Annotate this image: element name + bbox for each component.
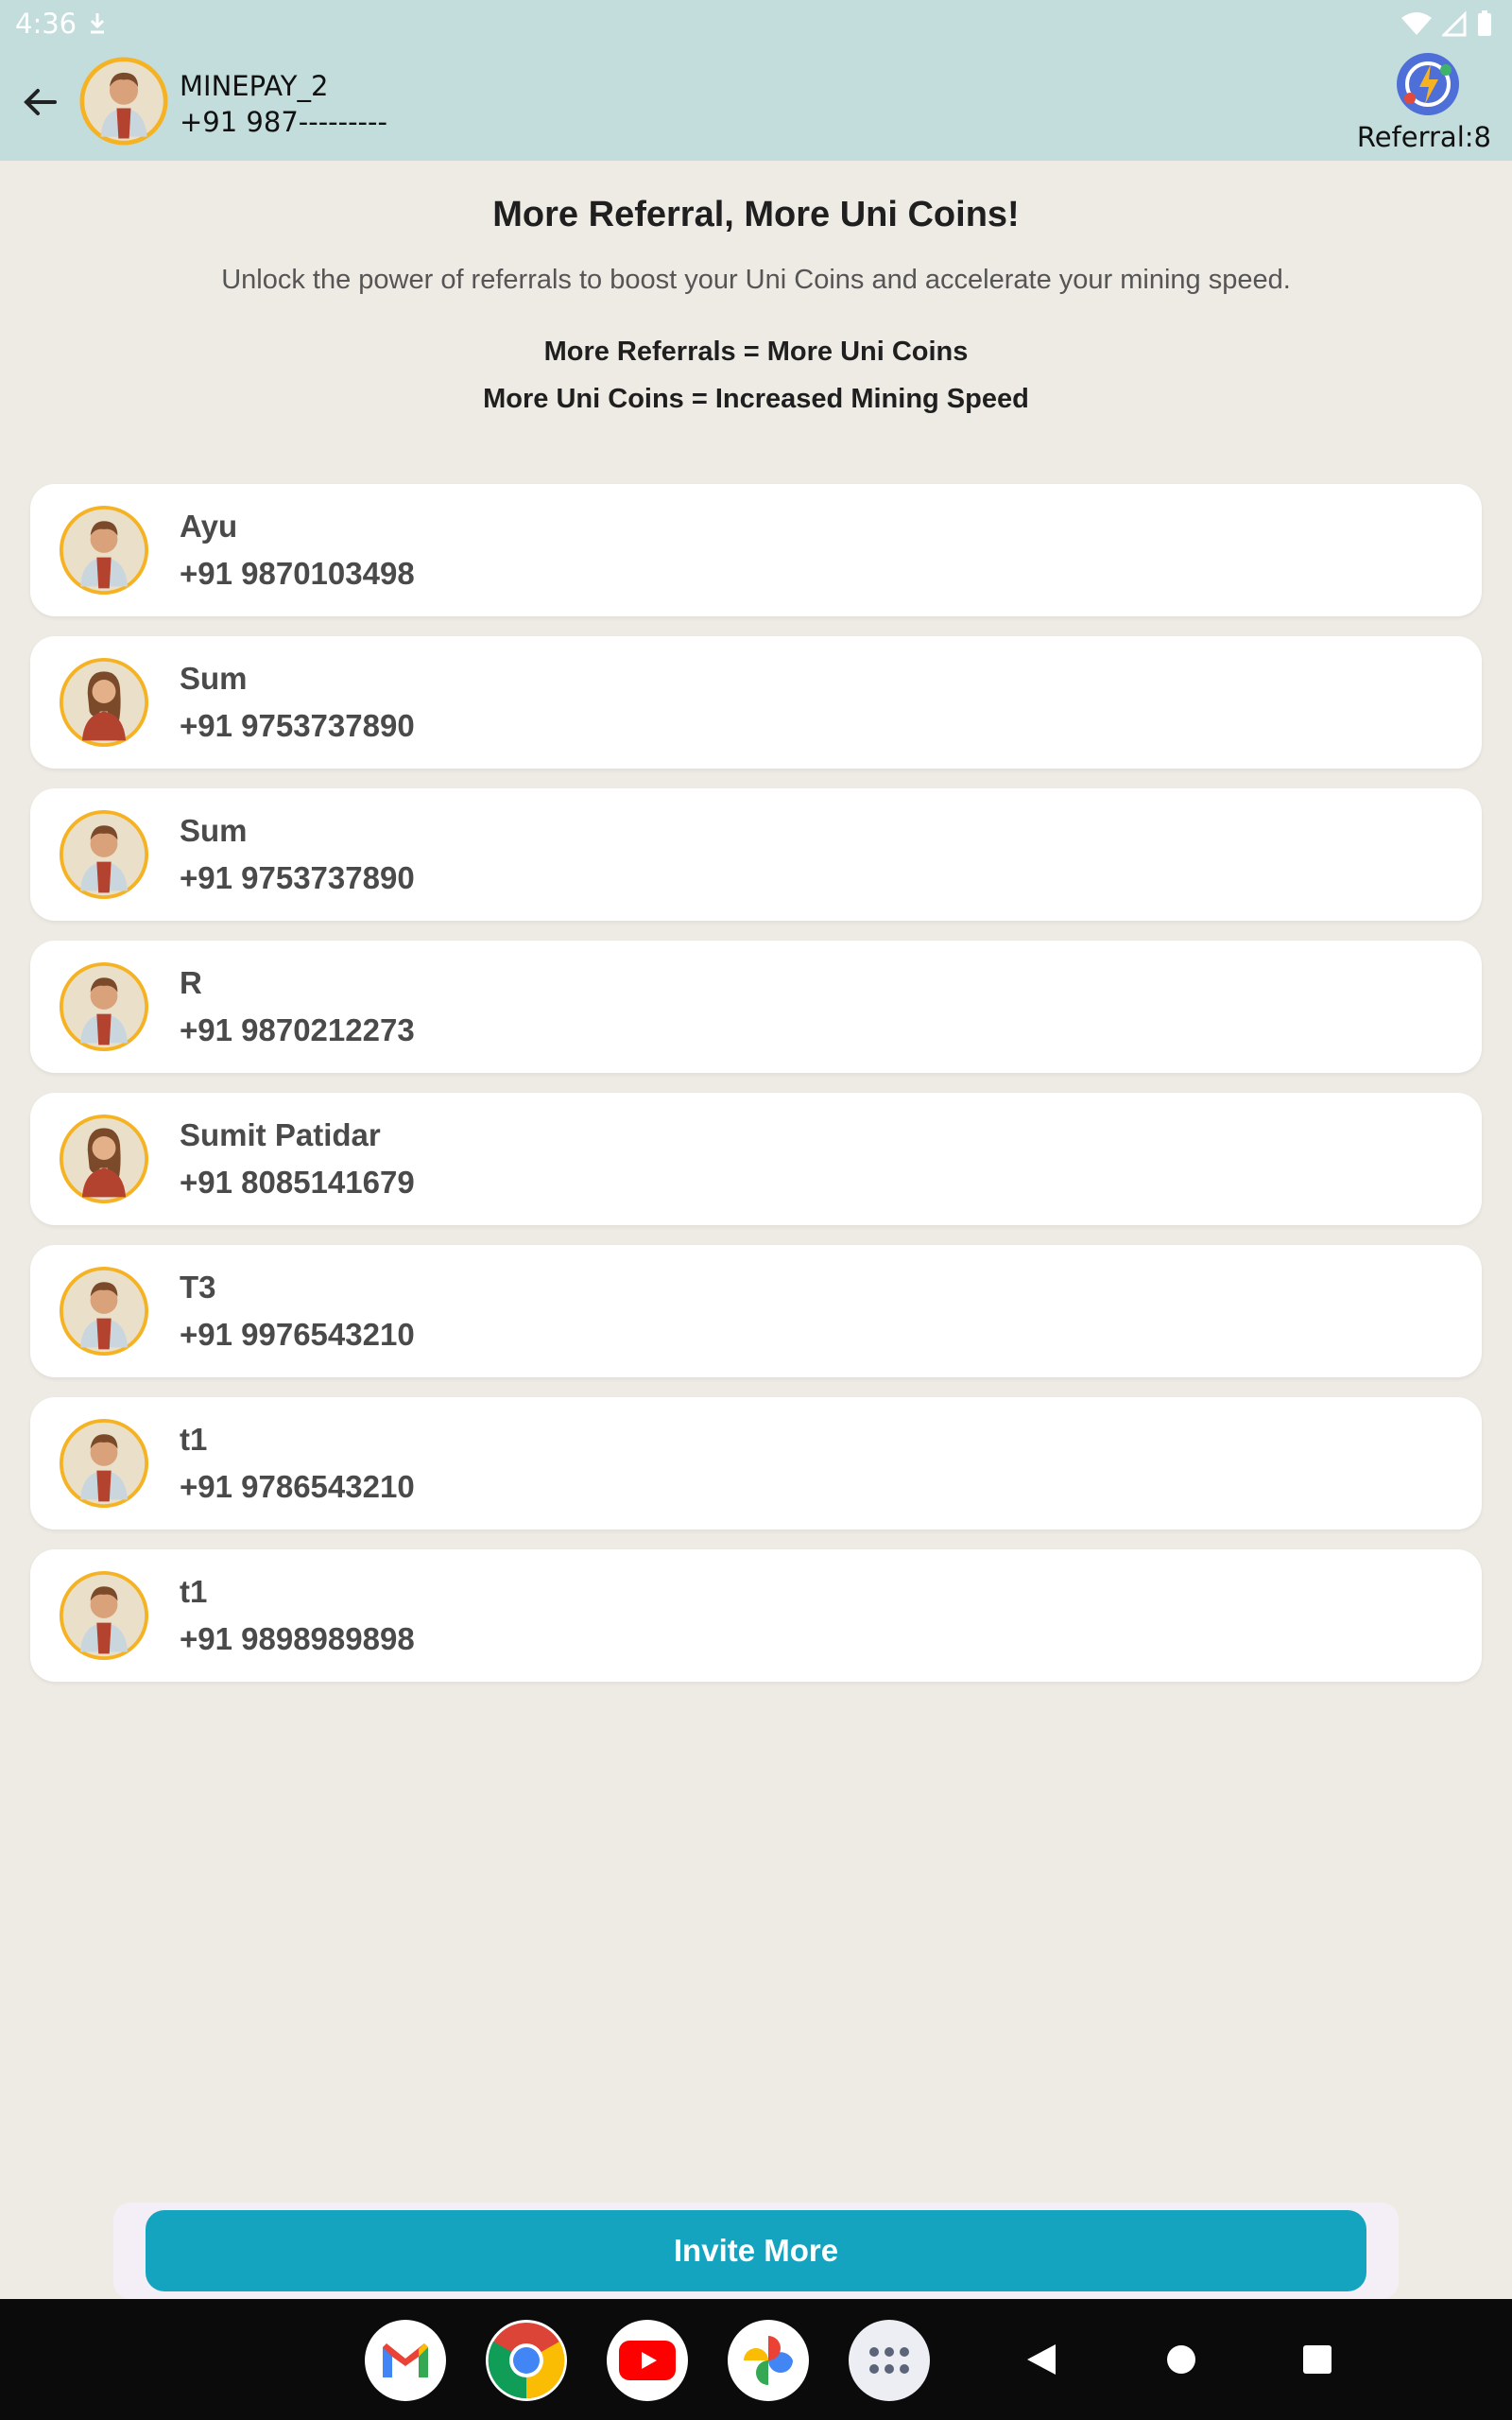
referral-card[interactable]: R +91 9870212273 <box>30 941 1482 1073</box>
referral-card[interactable]: T3 +91 9976543210 <box>30 1245 1482 1377</box>
referral-name: Ayu <box>180 509 238 544</box>
referral-name: Sum <box>180 661 248 696</box>
referral-card[interactable]: t1 +91 9786543210 <box>30 1397 1482 1530</box>
app-drawer-icon[interactable] <box>849 2320 930 2401</box>
recents-nav-icon[interactable] <box>1293 2335 1342 2384</box>
invite-more-button[interactable]: Invite More <box>146 2210 1366 2291</box>
referral-name: R <box>180 965 202 1000</box>
referral-card[interactable]: Sum +91 9753737890 <box>30 636 1482 769</box>
uni-coin-icon[interactable] <box>1395 51 1461 117</box>
referral-name: t1 <box>180 1574 208 1609</box>
referral-phone: +91 9786543210 <box>180 1469 415 1504</box>
download-status-icon <box>90 13 105 34</box>
app-bar: 4:36 MINEPAY_2 +91 987--------- Referral… <box>0 0 1512 161</box>
referral-count: Referral:8 <box>1356 121 1491 153</box>
benefit-line-1: More Referrals = More Uni Coins <box>543 337 969 367</box>
referral-name: T3 <box>180 1270 216 1305</box>
referral-list: Ayu +91 9870103498 Sum +91 9753737890 Sum +… <box>30 484 1482 1702</box>
battery-icon <box>1478 10 1491 36</box>
referral-card[interactable]: t1 +91 9898989898 <box>30 1549 1482 1682</box>
female-avatar <box>59 1114 149 1204</box>
photos-icon[interactable] <box>728 2320 809 2401</box>
home-nav-icon[interactable] <box>1157 2335 1206 2384</box>
male-avatar <box>59 1418 149 1509</box>
male-avatar <box>59 505 149 596</box>
gmail-icon[interactable] <box>365 2320 446 2401</box>
referral-name: Sumit Patidar <box>180 1117 381 1152</box>
referral-card[interactable]: Sum +91 9753737890 <box>30 788 1482 921</box>
referral-phone: +91 9753737890 <box>180 708 415 743</box>
back-nav-icon[interactable] <box>1017 2335 1066 2384</box>
referral-phone: +91 9870212273 <box>180 1012 415 1047</box>
referral-phone: +91 9870103498 <box>180 556 415 591</box>
male-avatar <box>59 1266 149 1357</box>
referral-card[interactable]: Ayu +91 9870103498 <box>30 484 1482 616</box>
male-avatar <box>59 961 149 1052</box>
avatar <box>79 57 168 146</box>
male-avatar <box>59 1570 149 1661</box>
wifi-icon <box>1401 12 1432 35</box>
referral-phone: +91 8085141679 <box>180 1165 415 1200</box>
youtube-icon[interactable] <box>607 2320 688 2401</box>
user-name: MINEPAY_2 <box>180 70 329 102</box>
benefit-line-2: More Uni Coins = Increased Mining Speed <box>483 384 1029 414</box>
page-subtitle: Unlock the power of referrals to boost y… <box>221 265 1291 295</box>
referral-name: t1 <box>180 1422 208 1457</box>
referral-phone: +91 9753737890 <box>180 860 415 895</box>
referral-phone: +91 9976543210 <box>180 1317 415 1352</box>
referral-phone: +91 9898989898 <box>180 1621 415 1656</box>
referral-name: Sum <box>180 813 248 848</box>
status-icons <box>1400 9 1493 38</box>
cell-signal-icon <box>1442 10 1467 37</box>
arrow-left-icon <box>24 89 57 115</box>
page-title: More Referral, More Uni Coins! <box>492 195 1020 234</box>
back-button[interactable] <box>13 76 66 129</box>
male-avatar <box>59 809 149 900</box>
chrome-icon[interactable] <box>486 2320 567 2401</box>
user-phone: +91 987--------- <box>180 106 387 138</box>
female-avatar <box>59 657 149 748</box>
referral-card[interactable]: Sumit Patidar +91 8085141679 <box>30 1093 1482 1225</box>
status-time: 4:36 <box>15 8 77 40</box>
